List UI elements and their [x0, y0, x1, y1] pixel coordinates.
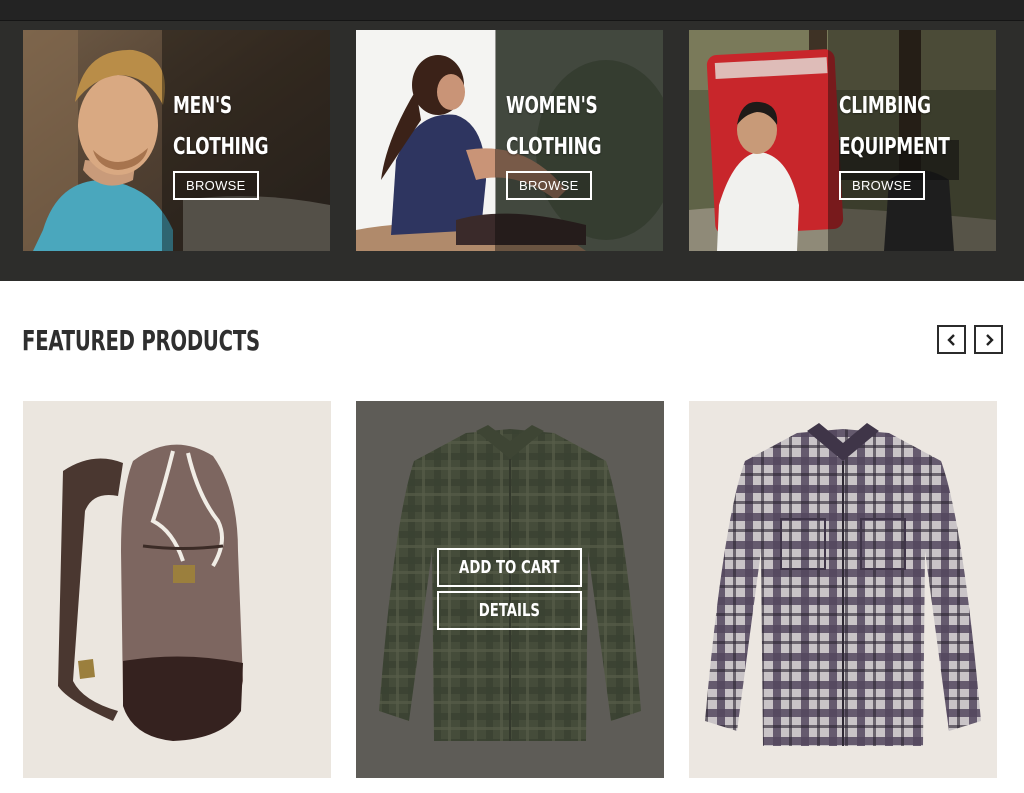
category-title-line2: CLOTHING: [506, 134, 602, 160]
category-title: CLIMBING EQUIPMENT: [839, 86, 970, 168]
browse-button[interactable]: BROWSE: [506, 171, 592, 200]
carousel-prev-button[interactable]: [937, 325, 966, 354]
carousel-next-button[interactable]: [974, 325, 1003, 354]
top-bar: [0, 0, 1024, 21]
category-title-line1: WOMEN'S: [506, 93, 598, 119]
product-image: [23, 401, 331, 778]
product-card-duffel-backpack[interactable]: [23, 401, 331, 778]
category-title: WOMEN'S CLOTHING: [506, 86, 637, 168]
category-title-line1: MEN'S: [173, 93, 232, 119]
category-title-line2: CLOTHING: [173, 134, 269, 160]
category-title-line2: EQUIPMENT: [839, 134, 950, 160]
chevron-right-icon: [985, 333, 994, 346]
category-banner-band: MEN'S CLOTHING BROWSE WOMEN'S CLOTHING B…: [0, 21, 1024, 281]
add-to-cart-label: ADD TO CART: [459, 557, 560, 578]
product-hover-overlay: [356, 401, 664, 778]
browse-button[interactable]: BROWSE: [839, 171, 925, 200]
details-label: DETAILS: [478, 600, 541, 621]
category-card-mens-clothing[interactable]: MEN'S CLOTHING BROWSE: [23, 30, 330, 251]
category-card-womens-clothing[interactable]: WOMEN'S CLOTHING BROWSE: [356, 30, 663, 251]
category-title: MEN'S CLOTHING: [173, 86, 304, 168]
category-card-climbing-equipment[interactable]: CLIMBING EQUIPMENT BROWSE: [689, 30, 996, 251]
category-title-line1: CLIMBING: [839, 93, 931, 119]
featured-products-heading: FEATURED PRODUCTS: [22, 324, 260, 357]
chevron-left-icon: [946, 333, 955, 346]
browse-button[interactable]: BROWSE: [173, 171, 259, 200]
product-card-purple-plaid-shirt[interactable]: [689, 401, 997, 778]
product-image: [689, 401, 997, 778]
product-card-green-plaid-shirt[interactable]: ADD TO CART DETAILS: [356, 401, 664, 778]
add-to-cart-button[interactable]: ADD TO CART: [437, 548, 582, 587]
details-button[interactable]: DETAILS: [437, 591, 582, 630]
